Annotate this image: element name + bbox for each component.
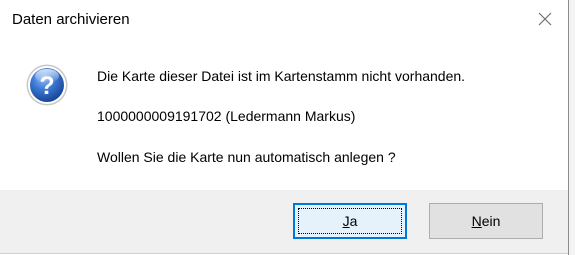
yes-label-rest: a (349, 213, 358, 229)
message-line-1: Die Karte dieser Datei ist im Kartenstam… (97, 68, 466, 84)
message-line-2: 1000000009191702 (Ledermann Markus) (97, 108, 356, 124)
no-mnemonic: N (471, 213, 482, 229)
window-border-right (568, 0, 569, 255)
title-bar: Daten archivieren (0, 0, 568, 40)
window-title: Daten archivieren (12, 11, 130, 28)
yes-button-label: Ja (343, 213, 358, 229)
window-border-bottom (0, 253, 568, 254)
close-button[interactable] (522, 2, 568, 36)
yes-mnemonic: J (342, 213, 350, 229)
no-button-label: Nein (472, 213, 501, 229)
background-window-edge (568, 0, 575, 255)
no-label-rest: ein (481, 213, 501, 229)
svg-text:?: ? (39, 72, 54, 100)
message-dialog: Daten archivieren ? Die Karte dieser Dat… (0, 0, 568, 253)
question-icon: ? (26, 64, 68, 106)
yes-button[interactable]: Ja (293, 203, 407, 239)
close-icon (538, 12, 552, 26)
no-button[interactable]: Nein (429, 203, 543, 239)
message-line-3: Wollen Sie die Karte nun automatisch anl… (97, 149, 396, 165)
